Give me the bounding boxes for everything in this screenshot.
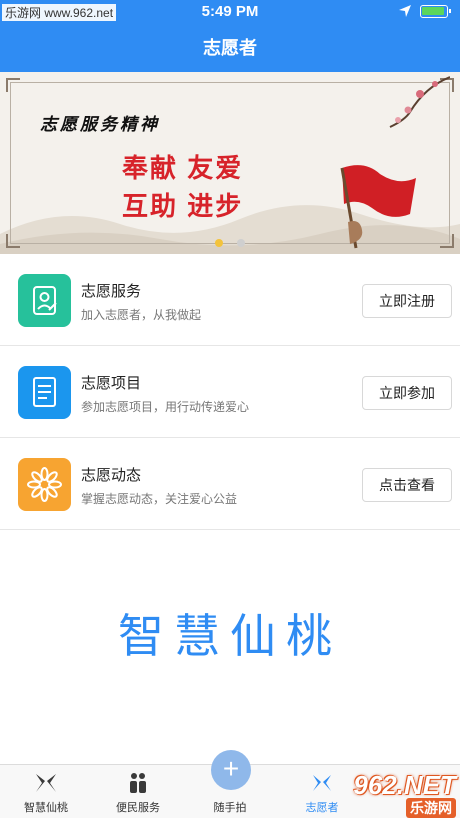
list-item-volunteer-news[interactable]: 志愿动态 掌握志愿动态，关注爱心公益 点击查看	[0, 438, 460, 530]
plum-blossom-icon	[389, 76, 450, 128]
volunteer-person-icon	[18, 274, 71, 327]
join-button[interactable]: 立即参加	[362, 376, 452, 410]
battery-icon	[420, 5, 451, 18]
brand-wordmark: 智慧仙桃	[118, 609, 342, 663]
top-bar: 乐游网 www.962.net 5:49 PM 志愿者	[0, 0, 460, 72]
frame-corner	[6, 78, 20, 92]
banner-slogan-line1: 奉献 友爱	[122, 153, 244, 183]
item-title: 志愿服务	[81, 283, 142, 300]
tab-label: 随手拍	[213, 802, 247, 814]
plus-icon[interactable]: +	[211, 750, 251, 790]
status-time: 5:49 PM	[201, 3, 259, 20]
list-item-volunteer-service[interactable]: 志愿服务 加入志愿者，从我做起 立即注册	[0, 254, 460, 346]
banner-spirit-text: 志愿服务精神	[40, 115, 160, 135]
view-button[interactable]: 点击查看	[362, 468, 452, 502]
watermark-logo-bottom: 乐游网	[406, 798, 456, 818]
page-title: 志愿者	[203, 38, 257, 58]
carousel-dot-active[interactable]	[214, 239, 223, 247]
location-arrow-icon	[399, 5, 411, 17]
status-bar: 乐游网 www.962.net 5:49 PM	[0, 0, 460, 24]
people-icon	[130, 773, 146, 793]
item-subtitle: 参加志愿项目，用行动传递爱心	[81, 400, 250, 414]
item-title: 志愿动态	[81, 467, 142, 484]
banner-carousel[interactable]: 志愿服务精神 奉献 友爱 互助 进步	[0, 72, 460, 254]
list-item-volunteer-project[interactable]: 志愿项目 参加志愿项目，用行动传递爱心 立即参加	[0, 346, 460, 438]
tab-label: 智慧仙桃	[24, 802, 68, 814]
item-subtitle: 掌握志愿动态，关注爱心公益	[81, 492, 238, 506]
document-icon	[18, 366, 71, 419]
tab-home[interactable]: 智慧仙桃	[0, 765, 92, 818]
carousel-indicator	[0, 234, 460, 247]
item-title: 志愿项目	[81, 375, 142, 392]
banner-slogan-line2: 互助 进步	[122, 191, 244, 221]
watermark-logo: 962.NET 乐游网	[306, 770, 456, 818]
watermark-logo-top: 962.NET	[353, 770, 456, 800]
volunteer-menu-list: 志愿服务 加入志愿者，从我做起 立即注册 志愿项目 参加志愿项目，用行动传递爱心…	[0, 254, 460, 530]
tab-label: 便民服务	[116, 802, 160, 814]
butterfly-logo-icon	[36, 774, 56, 792]
sunflower-icon	[18, 458, 71, 511]
item-subtitle: 加入志愿者，从我做起	[81, 308, 202, 322]
register-button[interactable]: 立即注册	[362, 284, 452, 318]
tab-services[interactable]: 便民服务	[92, 765, 184, 818]
